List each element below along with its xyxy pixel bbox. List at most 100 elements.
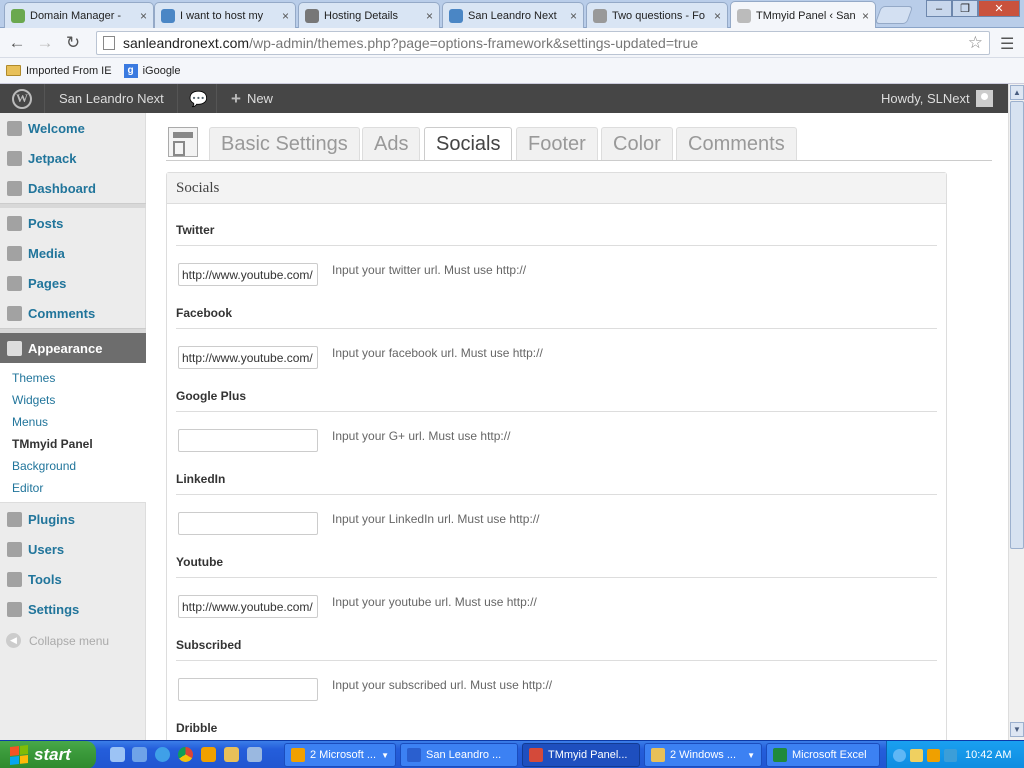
network-icon[interactable] [944, 748, 957, 762]
reload-icon[interactable]: ↻ [62, 32, 84, 54]
menu-item-pages[interactable]: Pages [0, 268, 146, 298]
bookmark-star-icon[interactable]: ☆ [968, 33, 983, 53]
tab-color[interactable]: Color [601, 127, 673, 160]
scrollbar-thumb[interactable] [1010, 101, 1024, 549]
clock[interactable]: 10:42 AM [965, 749, 1011, 761]
wp-logo-menu[interactable]: W [12, 84, 32, 113]
pages-icon [7, 275, 22, 291]
close-icon[interactable]: × [862, 9, 869, 23]
close-icon[interactable]: × [570, 9, 577, 23]
panel-title: Socials [167, 173, 946, 204]
start-button[interactable]: start [0, 741, 96, 768]
submenu-item-widgets[interactable]: Widgets [12, 393, 55, 407]
browser-tab[interactable]: San Leandro Next × [442, 2, 584, 28]
browser-tab[interactable]: Hosting Details × [298, 2, 440, 28]
chrome-icon[interactable] [178, 747, 193, 762]
menu-item-label: Comments [28, 305, 96, 321]
browser-tab[interactable]: Two questions - Fo × [586, 2, 728, 28]
submenu-item-tmmyid-panel[interactable]: TMmyid Panel [12, 437, 93, 451]
tab-basic-settings[interactable]: Basic Settings [209, 127, 360, 160]
screen: Domain Manager - × I want to host my × H… [0, 0, 1024, 768]
twitter-url-input[interactable] [178, 263, 318, 286]
vertical-scrollbar[interactable]: ▲ ▼ [1008, 84, 1024, 740]
tab-label: Hosting Details [324, 9, 398, 22]
outlook-icon[interactable] [201, 747, 216, 762]
bookmark-imported-from-ie[interactable]: Imported From IE [6, 65, 112, 77]
back-arrow-icon[interactable]: ← [6, 32, 28, 54]
tab-footer[interactable]: Footer [516, 127, 598, 160]
close-icon[interactable]: × [282, 9, 289, 23]
submenu-item-menus[interactable]: Menus [12, 415, 48, 429]
forward-arrow-icon[interactable]: → [34, 32, 56, 54]
new-tab-button[interactable] [874, 6, 914, 24]
wrench-menu-icon[interactable]: ☰ [1000, 34, 1014, 54]
mail-icon[interactable] [910, 748, 923, 762]
comments-bubble-icon[interactable]: 💬 [189, 84, 208, 113]
bookmark-label: iGoogle [142, 64, 181, 77]
tools-icon [7, 571, 22, 587]
facebook-url-input[interactable] [178, 346, 318, 369]
folder-icon[interactable] [224, 747, 239, 762]
address-bar[interactable]: sanleandronext.com/wp-admin/themes.php?p… [96, 31, 990, 55]
menu-item-comments[interactable]: Comments [0, 298, 146, 328]
menu-item-posts[interactable]: Posts [0, 208, 146, 238]
browser-tab[interactable]: Domain Manager - × [4, 2, 154, 28]
submenu-item-background[interactable]: Background [12, 459, 76, 473]
bookmark-igoogle[interactable]: g iGoogle [123, 63, 181, 78]
taskbar-item[interactable]: San Leandro ... [400, 743, 518, 767]
ie-edit-icon[interactable] [247, 747, 262, 762]
submenu-item-themes[interactable]: Themes [12, 371, 55, 385]
menu-item-welcome[interactable]: Welcome [0, 113, 146, 143]
menu-item-label: Users [28, 541, 65, 557]
menu-item-settings[interactable]: Settings [0, 594, 146, 624]
menu-item-tools[interactable]: Tools [0, 564, 146, 594]
system-tray: 10:42 AM [886, 741, 1024, 768]
tab-label: Domain Manager - [30, 9, 122, 22]
explorer-icon[interactable] [132, 747, 147, 762]
youtube-url-input[interactable] [178, 595, 318, 618]
subscribed-url-input[interactable] [178, 678, 318, 701]
tab-label: I want to host my [180, 9, 264, 22]
show-desktop-icon[interactable] [110, 747, 125, 762]
restore-button[interactable]: ❐ [952, 0, 978, 17]
windows-flag-icon [10, 745, 28, 765]
outlook-icon [291, 748, 305, 762]
menu-item-media[interactable]: Media [0, 238, 146, 268]
tab-socials[interactable]: Socials [424, 127, 513, 161]
browser-tab[interactable]: I want to host my × [154, 2, 296, 28]
close-window-button[interactable]: ✕ [978, 0, 1020, 17]
field-description: Input your twitter url. Must use http:// [332, 263, 527, 277]
new-content-menu[interactable]: + New [231, 84, 273, 113]
menu-item-users[interactable]: Users [0, 534, 146, 564]
close-icon[interactable]: × [140, 9, 147, 23]
minimize-button[interactable]: – [926, 0, 952, 17]
scroll-up-arrow-icon[interactable]: ▲ [1010, 85, 1024, 100]
close-icon[interactable]: × [426, 9, 433, 23]
tab-ads[interactable]: Ads [362, 127, 421, 160]
collapse-menu-button[interactable]: ◀ Collapse menu [6, 633, 109, 648]
linkedin-url-input[interactable] [178, 512, 318, 535]
menu-item-appearance[interactable]: Appearance [0, 333, 154, 363]
group-dropdown-icon: ▼ [381, 750, 389, 760]
appearance-icon [7, 340, 22, 356]
browser-tab-active[interactable]: TMmyid Panel ‹ San × [730, 1, 876, 29]
menu-item-plugins[interactable]: Plugins [0, 504, 146, 534]
menu-item-label: Welcome [28, 120, 85, 136]
outlook-icon[interactable] [927, 748, 940, 762]
menu-item-dashboard[interactable]: Dashboard [0, 173, 146, 203]
taskbar-item[interactable]: 2 Windows ... ▼ [644, 743, 762, 767]
menu-item-jetpack[interactable]: Jetpack [0, 143, 146, 173]
site-name-link[interactable]: San Leandro Next [59, 84, 164, 113]
tray-expand-icon[interactable] [893, 748, 906, 762]
taskbar-item[interactable]: Microsoft Excel [766, 743, 880, 767]
ie-icon[interactable] [155, 747, 170, 762]
taskbar-item[interactable]: 2 Microsoft ... ▼ [284, 743, 396, 767]
submenu-item-editor[interactable]: Editor [12, 481, 43, 495]
taskbar-item-active[interactable]: TMmyid Panel... [522, 743, 640, 767]
google-plus-url-input[interactable] [178, 429, 318, 452]
close-icon[interactable]: × [714, 9, 721, 23]
tab-comments[interactable]: Comments [676, 127, 797, 160]
avatar [975, 90, 993, 107]
my-account-menu[interactable]: Howdy, SLNext [881, 84, 993, 113]
scroll-down-arrow-icon[interactable]: ▼ [1010, 722, 1024, 737]
